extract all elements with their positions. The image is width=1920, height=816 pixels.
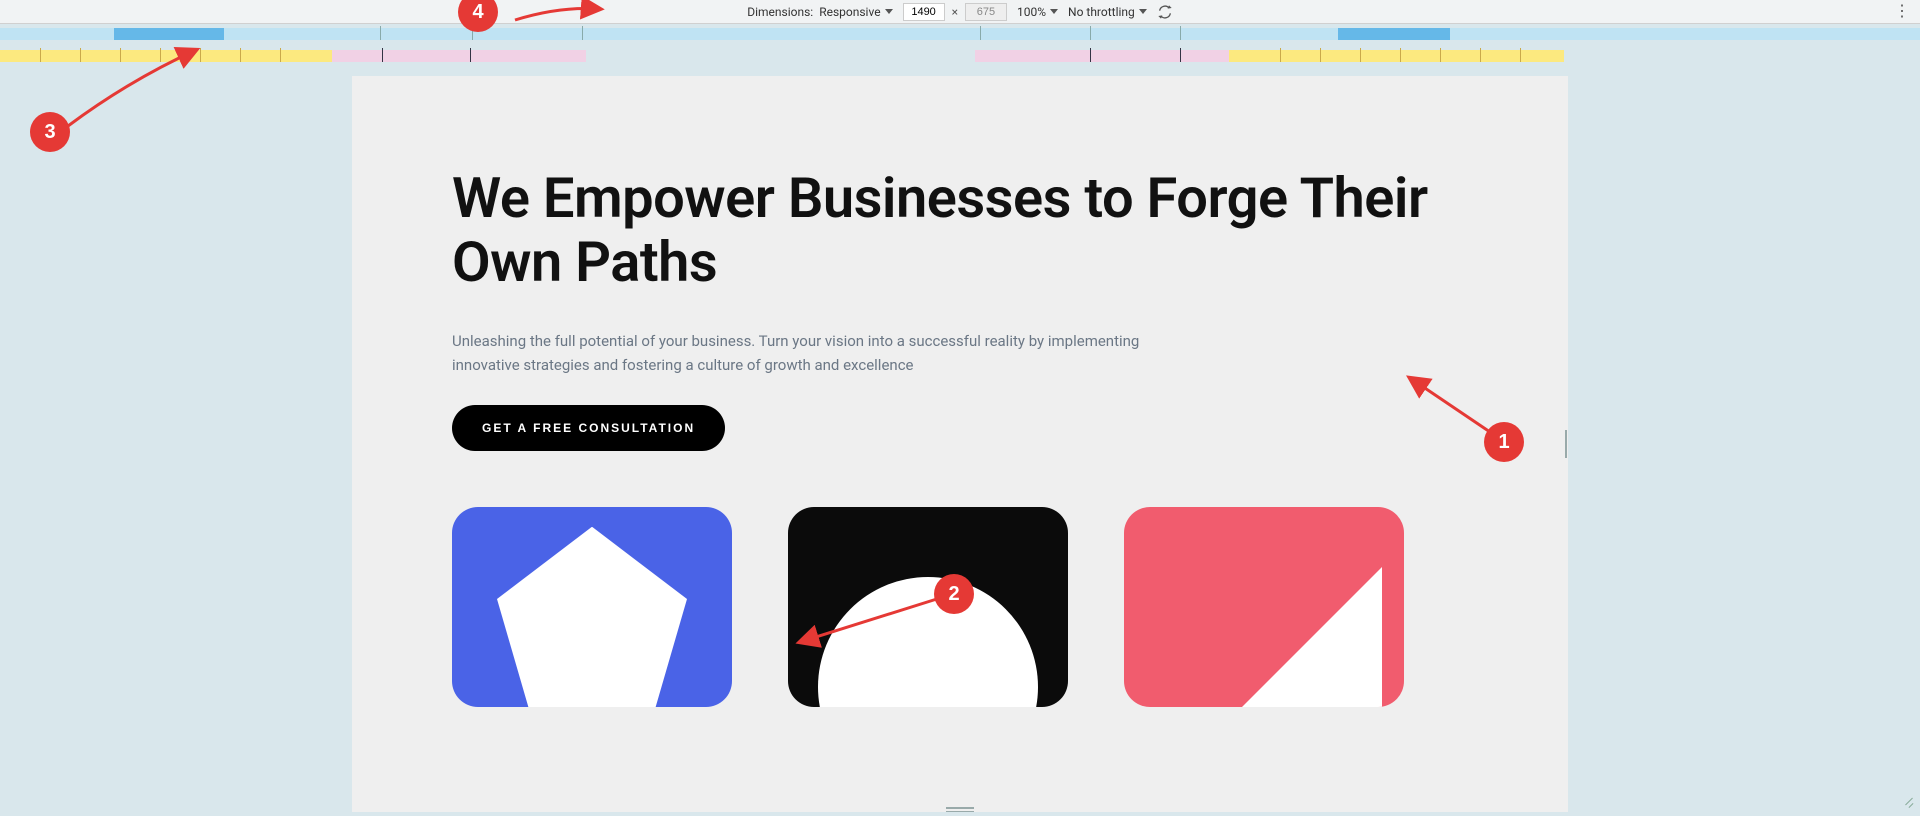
throttling-value: No throttling bbox=[1068, 5, 1135, 19]
chevron-down-icon bbox=[885, 9, 893, 14]
ruler-range-full bbox=[0, 28, 1920, 40]
viewport-height-input[interactable] bbox=[965, 3, 1007, 21]
zoom-dropdown[interactable]: 100% bbox=[1017, 5, 1058, 19]
ruler-range-pink bbox=[975, 50, 1229, 62]
ruler-range-blue bbox=[1338, 28, 1450, 40]
feature-cards bbox=[452, 507, 1468, 707]
dimensions-dropdown[interactable]: Dimensions: Responsive bbox=[747, 5, 892, 19]
dimensions-label: Dimensions: bbox=[747, 5, 813, 19]
devtools-device-toolbar: Dimensions: Responsive × 100% No throttl… bbox=[0, 0, 1920, 24]
ruler-range-blue bbox=[114, 28, 224, 40]
viewport-width-input[interactable] bbox=[903, 3, 945, 21]
zoom-value: 100% bbox=[1017, 5, 1046, 19]
chevron-down-icon bbox=[1050, 9, 1058, 14]
resize-handle-right[interactable] bbox=[1565, 430, 1568, 458]
hero-subtitle: Unleashing the full potential of your bu… bbox=[452, 329, 1172, 377]
feature-card-black[interactable] bbox=[788, 507, 1068, 707]
throttling-dropdown[interactable]: No throttling bbox=[1068, 5, 1147, 19]
cta-button[interactable]: GET A FREE CONSULTATION bbox=[452, 405, 725, 451]
responsive-device-frame: We Empower Businesses to Forge Their Own… bbox=[352, 76, 1568, 812]
chevron-down-icon bbox=[1139, 9, 1147, 14]
kebab-menu-icon[interactable]: ⋮ bbox=[1894, 3, 1910, 19]
page-content: We Empower Businesses to Forge Their Own… bbox=[352, 76, 1568, 707]
breakpoint-ruler[interactable] bbox=[0, 24, 1920, 76]
ruler-range-yellow bbox=[0, 50, 332, 62]
feature-card-blue[interactable] bbox=[452, 507, 732, 707]
dimension-separator: × bbox=[952, 5, 958, 19]
hero-title: We Empower Businesses to Forge Their Own… bbox=[452, 166, 1468, 295]
ruler-range-pink bbox=[332, 50, 586, 62]
resize-handle-corner[interactable] bbox=[1902, 794, 1914, 806]
dimensions-mode: Responsive bbox=[819, 5, 880, 19]
feature-card-red[interactable] bbox=[1124, 507, 1404, 707]
device-viewport-container: We Empower Businesses to Forge Their Own… bbox=[0, 76, 1920, 812]
rotate-device-button[interactable] bbox=[1157, 4, 1173, 20]
resize-handle-bottom[interactable] bbox=[946, 807, 974, 812]
